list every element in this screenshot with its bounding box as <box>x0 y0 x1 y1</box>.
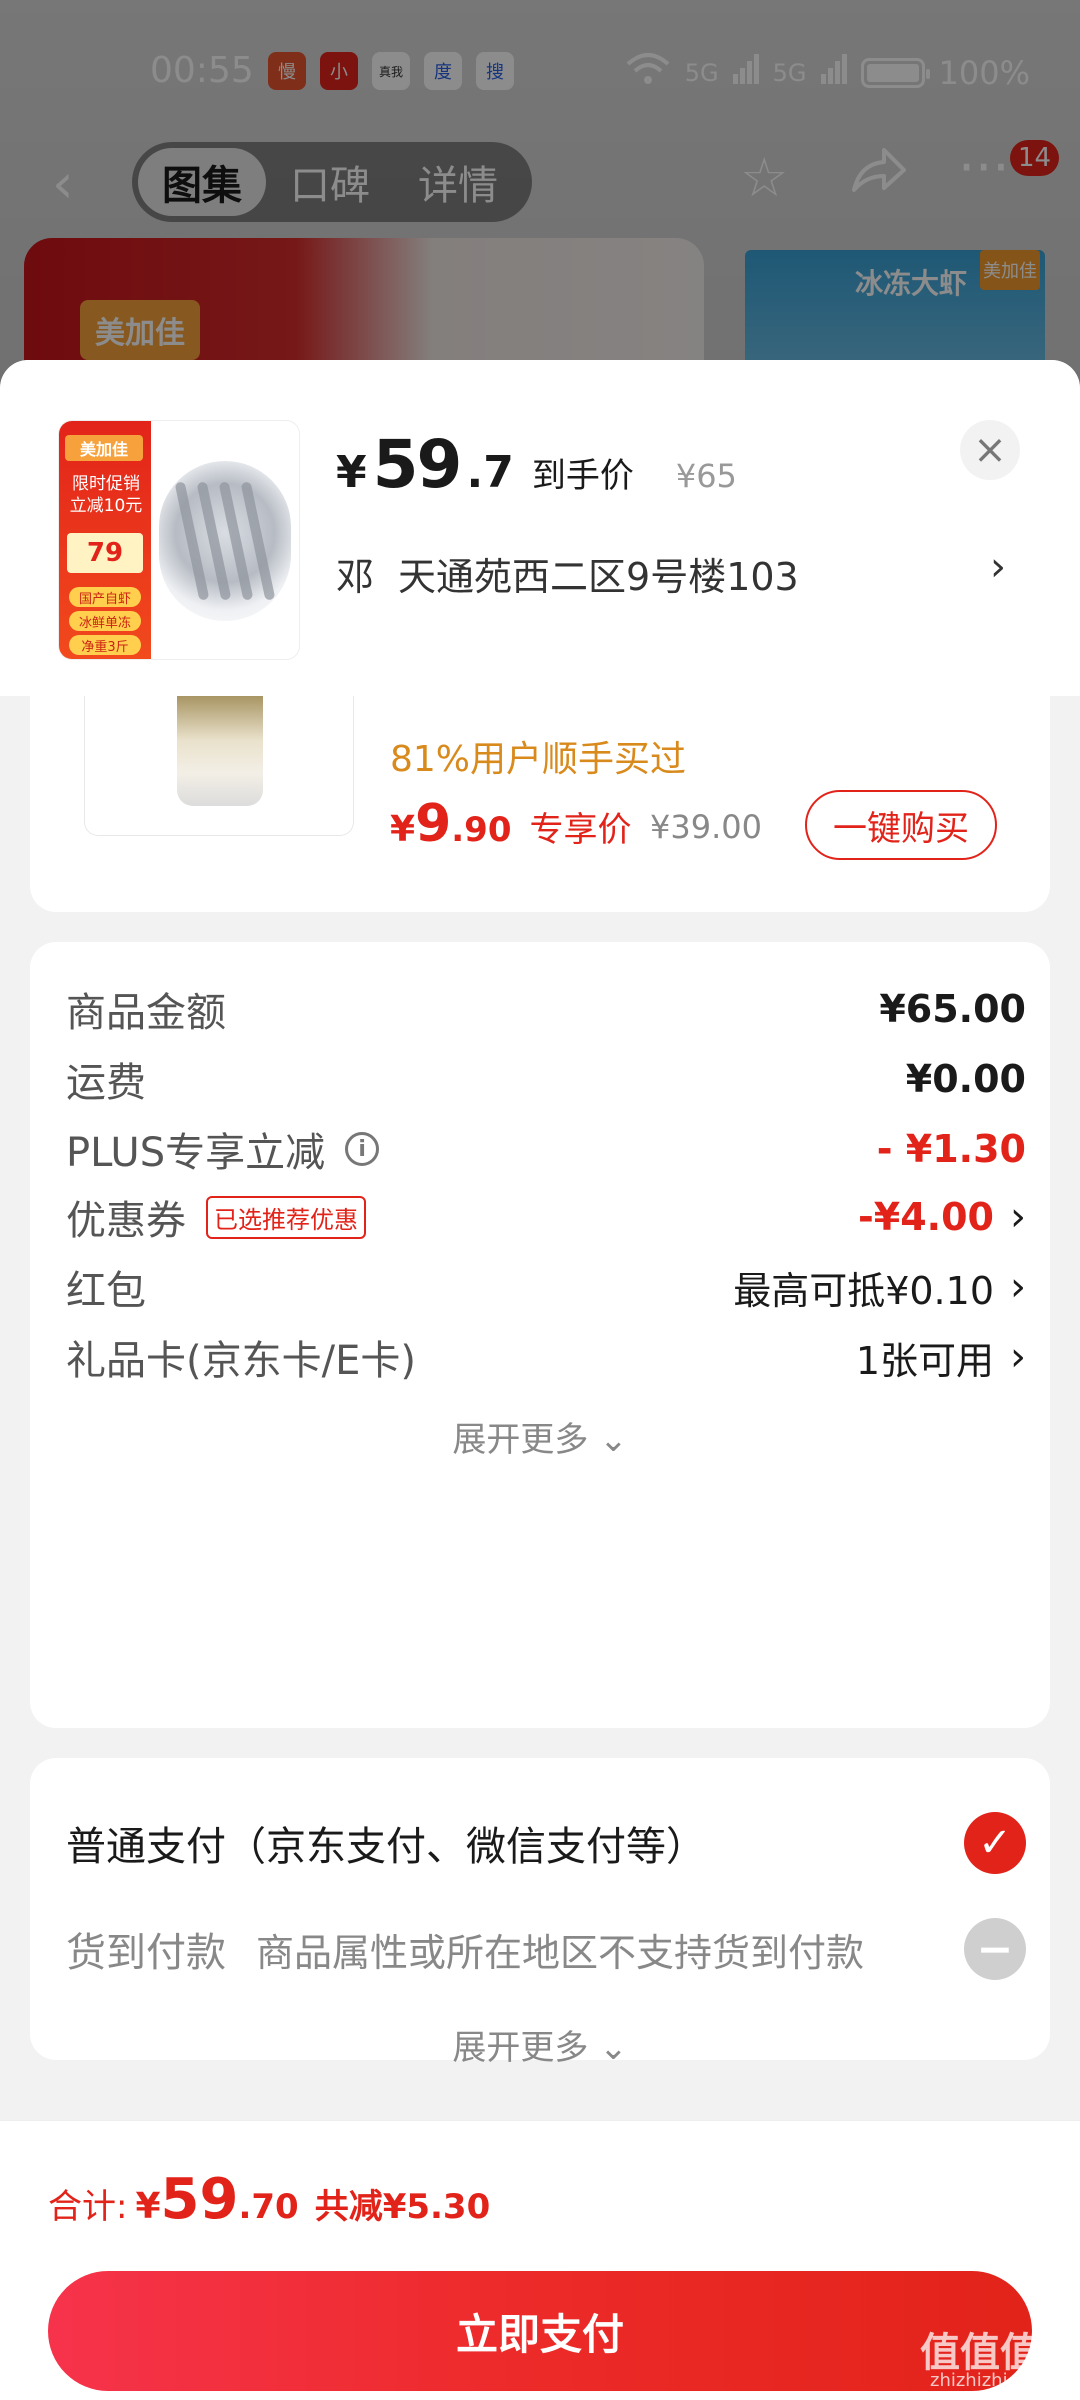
payment-methods-card: 普通支付（京东支付、微信支付等） ✓ 货到付款 商品属性或所在地区不支持货到付款… <box>30 1758 1050 2068</box>
checkout-footer: 合计: ¥ 59 .70 共减¥5.30 立即支付 <box>0 2120 1080 2400</box>
thumb-tag: 国产自虾 <box>69 587 141 607</box>
chevron-right-icon[interactable]: › <box>990 544 1006 590</box>
info-icon[interactable]: i <box>345 1132 380 1166</box>
expand-more-payment[interactable]: 展开更多 ⌄ <box>30 2020 1050 2069</box>
cost-breakdown-card: 商品金额 ¥65.00 运费 ¥0.00 PLUS专享立减 i - ¥1.30 … <box>30 942 1050 1728</box>
address-name: 邓 <box>336 555 375 599</box>
payment-option-normal[interactable]: 普通支付（京东支付、微信支付等） ✓ <box>66 1808 1026 1878</box>
chevron-down-icon: ⌄ <box>599 2028 628 2068</box>
sheet-header: 美加佳 限时促销 立减10元 79 国产自虾 冰鲜单冻 净重3斤 ¥ 59 .7… <box>0 360 1080 696</box>
expand-more-cost[interactable]: 展开更多 ⌄ <box>30 1412 1050 1461</box>
total-savings: 共减¥5.30 <box>314 2187 491 2227</box>
upsell-product-image <box>84 696 354 836</box>
cost-row-subtotal: 商品金额 ¥65.00 <box>66 987 1026 1036</box>
one-click-buy-button[interactable]: 一键购买 <box>805 790 997 860</box>
checkout-sheet: 美加佳 限时促销 立减10元 79 国产自虾 冰鲜单冻 净重3斤 ¥ 59 .7… <box>0 360 1080 2400</box>
thumb-promo: 限时促销 立减10元 <box>69 474 143 516</box>
address-selector[interactable]: 邓 天通苑西二区9号楼103 <box>336 546 799 601</box>
order-total: 合计: ¥ 59 .70 共减¥5.30 <box>48 2167 491 2232</box>
cost-row-gift-card[interactable]: 礼品卡(京东卡/E卡) 1张可用 › <box>66 1322 1026 1392</box>
watermark-url: zhizhizhi.com <box>930 2370 1052 2391</box>
product-thumbnail: 美加佳 限时促销 立减10元 79 国产自虾 冰鲜单冻 净重3斤 <box>58 420 300 660</box>
upsell-card: 81%用户顺手买过 ¥ 9 .90 专享价 ¥39.00 一键购买 <box>30 696 1050 912</box>
cost-row-coupon[interactable]: 优惠券 已选推荐优惠 -¥4.00 › <box>66 1182 1026 1252</box>
upsell-social-proof: 81%用户顺手买过 <box>390 739 687 780</box>
checkmark-icon[interactable]: ✓ <box>964 1812 1026 1874</box>
thumb-tag: 冰鲜单冻 <box>69 611 141 631</box>
thumb-brand: 美加佳 <box>65 435 143 461</box>
disabled-icon: − <box>964 1918 1026 1980</box>
final-price: ¥ 59 .7 到手价 ¥65 <box>336 426 737 503</box>
address-text: 天通苑西二区9号楼103 <box>398 555 799 599</box>
upsell-original-price: ¥39.00 <box>650 808 762 846</box>
chevron-down-icon: ⌄ <box>599 1420 628 1460</box>
price-label: 到手价 <box>531 456 634 496</box>
recommended-coupon-tag: 已选推荐优惠 <box>206 1195 366 1239</box>
chevron-right-icon: › <box>1010 1264 1026 1310</box>
chevron-right-icon: › <box>1010 1334 1026 1380</box>
close-icon[interactable]: × <box>960 420 1020 480</box>
thumb-price: 79 <box>67 533 143 573</box>
thumb-tag: 净重3斤 <box>69 635 141 655</box>
payment-option-cod: 货到付款 商品属性或所在地区不支持货到付款 − <box>66 1914 1026 1984</box>
upsell-price-label: 专享价 <box>529 810 632 850</box>
pay-now-button[interactable]: 立即支付 <box>48 2271 1032 2391</box>
chevron-right-icon: › <box>1010 1194 1026 1240</box>
cost-row-shipping: 运费 ¥0.00 <box>66 1057 1026 1106</box>
upsell-price: ¥ 9 .90 专享价 <box>390 794 632 854</box>
cost-row-plus-discount: PLUS专享立减 i - ¥1.30 <box>66 1127 1026 1176</box>
original-price: ¥65 <box>675 457 737 495</box>
bottle-image <box>177 696 263 806</box>
cost-row-red-packet[interactable]: 红包 最高可抵¥0.10 › <box>66 1252 1026 1322</box>
